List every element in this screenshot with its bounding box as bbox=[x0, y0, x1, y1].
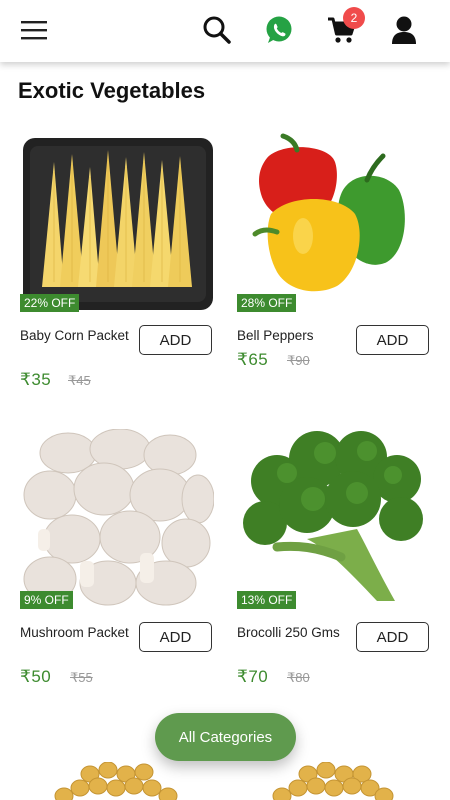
top-app-bar: 2 bbox=[0, 0, 450, 62]
add-button[interactable]: ADD bbox=[139, 622, 212, 652]
search-icon[interactable] bbox=[199, 12, 235, 48]
user-icon[interactable] bbox=[386, 12, 422, 48]
product-name: Bell Peppers bbox=[237, 328, 314, 343]
product-image-bell-peppers[interactable] bbox=[237, 132, 431, 312]
section-title: Exotic Vegetables bbox=[18, 78, 206, 103]
add-button[interactable]: ADD bbox=[356, 325, 429, 355]
all-categories-button[interactable]: All Categories bbox=[155, 713, 296, 761]
discount-badge: 13% OFF bbox=[237, 591, 297, 609]
product-image-peek[interactable] bbox=[50, 762, 180, 800]
discount-badge: 28% OFF bbox=[237, 294, 297, 312]
product-name: Mushroom Packet bbox=[20, 625, 129, 640]
discount-badge: 22% OFF bbox=[20, 294, 80, 312]
product-mrp: ₹55 bbox=[70, 670, 93, 685]
product-price: ₹65 bbox=[237, 350, 269, 369]
whatsapp-icon[interactable] bbox=[261, 12, 297, 48]
product-image-mushroom[interactable] bbox=[20, 429, 214, 609]
product-name: Brocolli 250 Gms bbox=[237, 625, 340, 640]
product-price: ₹70 bbox=[237, 667, 269, 686]
product-image-peek[interactable] bbox=[268, 762, 398, 800]
product-price: ₹35 bbox=[20, 370, 52, 389]
add-button[interactable]: ADD bbox=[356, 622, 429, 652]
cart-count-badge: 2 bbox=[343, 7, 365, 29]
product-mrp: ₹45 bbox=[68, 373, 91, 388]
discount-badge: 9% OFF bbox=[20, 591, 73, 609]
add-button[interactable]: ADD bbox=[139, 325, 212, 355]
product-image-brocolli[interactable] bbox=[237, 429, 431, 609]
hamburger-menu-icon[interactable] bbox=[16, 12, 52, 48]
cart-icon[interactable]: 2 bbox=[324, 7, 365, 48]
product-price: ₹50 bbox=[20, 667, 52, 686]
product-name: Baby Corn Packet bbox=[20, 328, 129, 343]
product-mrp: ₹90 bbox=[287, 353, 310, 368]
product-image-baby-corn[interactable] bbox=[20, 132, 214, 312]
product-mrp: ₹80 bbox=[287, 670, 310, 685]
